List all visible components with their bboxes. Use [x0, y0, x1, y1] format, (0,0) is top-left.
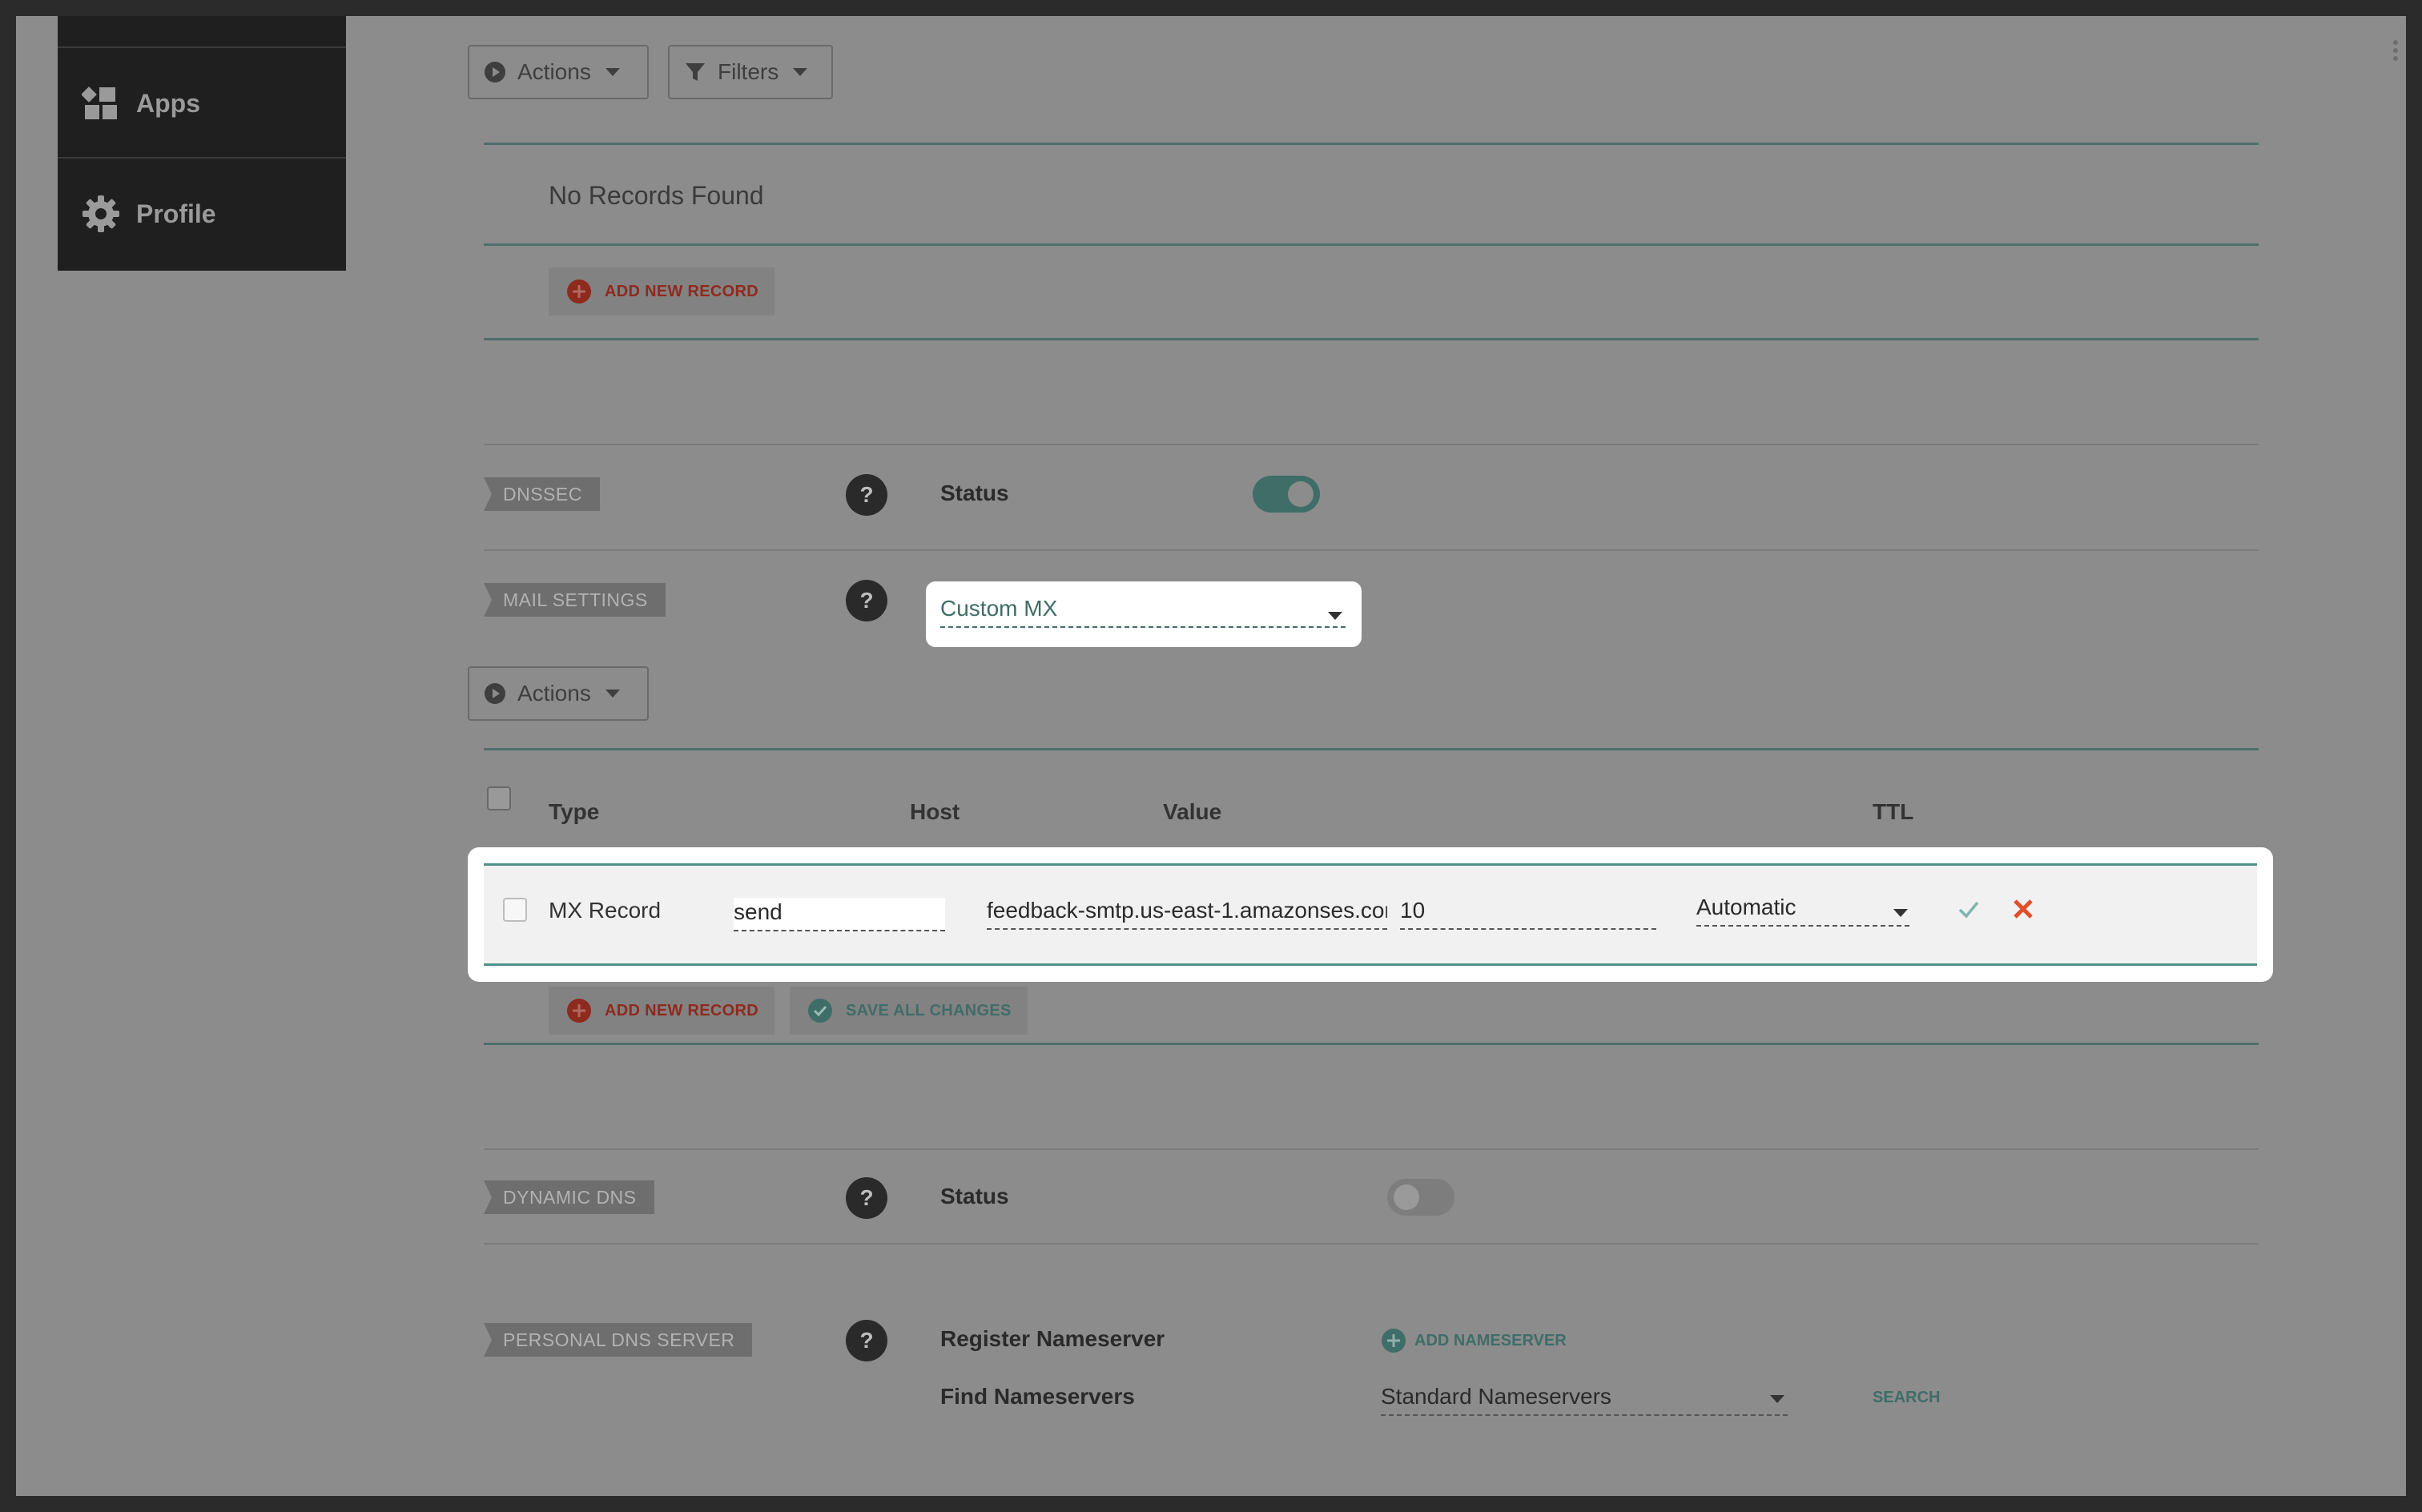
sidebar: Apps Profile: [58, 16, 346, 271]
divider: [484, 549, 2259, 551]
add-new-record-button[interactable]: ADD NEW RECORD: [549, 267, 774, 316]
priority-input[interactable]: 10: [1400, 898, 1656, 930]
filter-icon: [686, 63, 705, 81]
sidebar-item-label: Apps: [136, 88, 200, 118]
play-icon: [485, 62, 505, 82]
divider: [484, 243, 2259, 246]
column-header-ttl: TTL: [1873, 799, 1914, 824]
sidebar-item-label: Profile: [136, 199, 216, 228]
ttl-select[interactable]: Automatic: [1696, 895, 1909, 927]
save-all-changes-label: SAVE ALL CHANGES: [846, 1001, 1012, 1019]
add-nameserver-label: ADD NAMESERVER: [1414, 1331, 1567, 1349]
plus-circle-icon: [1382, 1329, 1406, 1353]
dnssec-tag: DNSSEC: [484, 477, 600, 511]
chevron-down-icon: [1893, 909, 1908, 917]
chevron-down-icon: [1770, 1395, 1784, 1403]
chevron-down-icon: [793, 68, 808, 76]
divider: [484, 444, 2259, 445]
search-button[interactable]: SEARCH: [1873, 1389, 1940, 1407]
add-nameserver-button[interactable]: ADD NAMESERVER: [1381, 1328, 1567, 1353]
actions-button[interactable]: Actions: [468, 45, 649, 99]
add-new-record-label: ADD NEW RECORD: [605, 1001, 758, 1019]
divider: [484, 1148, 2259, 1150]
help-icon[interactable]: ?: [846, 1320, 887, 1361]
resize-grip[interactable]: [2393, 40, 2401, 64]
personal-dns-tag: PERSONAL DNS SERVER: [484, 1323, 753, 1357]
divider: [484, 1043, 2259, 1045]
mail-settings-tag: MAIL SETTINGS: [484, 583, 666, 617]
close-icon[interactable]: [2012, 898, 2034, 920]
sidebar-item-profile[interactable]: Profile: [58, 157, 346, 269]
empty-records-text: No Records Found: [549, 181, 764, 210]
divider: [484, 1243, 2259, 1245]
value-input[interactable]: feedback-smtp.us-east-1.amazonses.com: [987, 898, 1387, 930]
dynamic-dns-tag: DYNAMIC DNS: [484, 1180, 654, 1214]
chevron-down-icon: [605, 68, 620, 76]
dnssec-status-label: Status: [940, 481, 1009, 505]
plus-circle-icon: [567, 279, 591, 304]
plus-circle-icon: [567, 999, 591, 1023]
column-header-value: Value: [1163, 799, 1222, 824]
record-type: MX Record: [549, 898, 662, 923]
divider: [484, 143, 2259, 145]
select-all-checkbox[interactable]: [487, 786, 511, 810]
column-header-type: Type: [549, 799, 600, 824]
filters-button[interactable]: Filters: [668, 45, 833, 99]
chevron-down-icon: [605, 690, 620, 698]
row-checkbox[interactable]: [503, 898, 527, 922]
mail-settings-select[interactable]: Custom MX: [926, 581, 1362, 647]
help-icon[interactable]: ?: [846, 474, 887, 516]
dnssec-toggle[interactable]: [1253, 476, 1320, 513]
check-circle-icon: [808, 999, 832, 1023]
table-row: MX Record send feedback-smtp.us-east-1.a…: [468, 847, 2273, 982]
mail-settings-value: Custom MX: [940, 596, 1346, 628]
dynamic-dns-status-label: Status: [940, 1184, 1009, 1208]
add-new-record-button[interactable]: ADD NEW RECORD: [549, 987, 774, 1035]
divider: [484, 748, 2259, 750]
play-icon: [485, 683, 505, 704]
chevron-down-icon: [1328, 612, 1342, 620]
divider: [484, 338, 2259, 340]
help-icon[interactable]: ?: [846, 580, 887, 621]
help-icon[interactable]: ?: [846, 1177, 887, 1219]
sidebar-item-apps[interactable]: Apps: [58, 46, 346, 159]
actions-label: Actions: [517, 59, 591, 84]
gear-icon: [82, 195, 120, 233]
column-header-host: Host: [910, 799, 960, 824]
add-new-record-label: ADD NEW RECORD: [605, 282, 758, 300]
mail-actions-button[interactable]: Actions: [468, 666, 649, 721]
host-input[interactable]: send: [734, 898, 945, 931]
app-window: Apps Profile Actions Filters No Records …: [16, 16, 2406, 1496]
apps-icon: [82, 84, 120, 123]
dynamic-dns-toggle[interactable]: [1387, 1179, 1454, 1216]
save-all-changes-button[interactable]: SAVE ALL CHANGES: [790, 987, 1028, 1035]
filters-label: Filters: [718, 59, 779, 84]
find-nameservers-select[interactable]: Standard Nameservers: [1381, 1384, 1788, 1416]
actions-label: Actions: [517, 681, 591, 706]
register-nameserver-label: Register Nameserver: [940, 1326, 1165, 1351]
find-nameservers-label: Find Nameservers: [940, 1384, 1135, 1409]
check-icon[interactable]: [1957, 899, 1980, 920]
